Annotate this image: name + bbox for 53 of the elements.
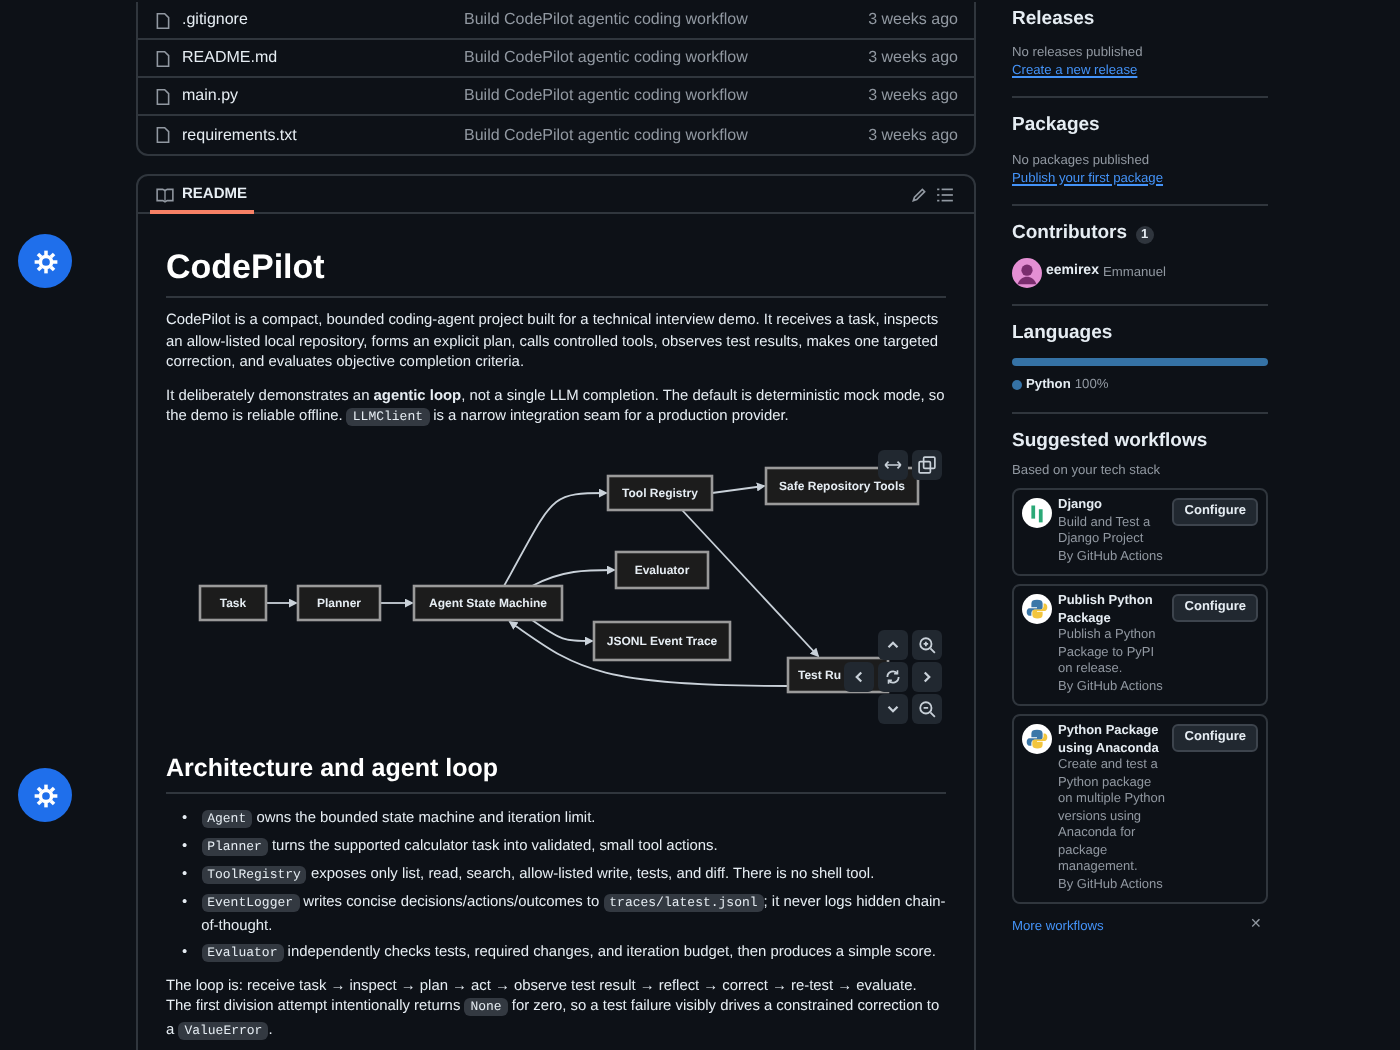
- reset-icon[interactable]: [884, 667, 902, 686]
- file-icon: [154, 11, 172, 29]
- commit-time: 3 weeks ago: [868, 123, 958, 147]
- commit-message[interactable]: Build CodePilot agentic coding workflow: [464, 48, 748, 66]
- connector-arrow: [379, 598, 414, 608]
- commit-time: 3 weeks ago: [868, 8, 958, 32]
- outline-icon[interactable]: [936, 185, 954, 203]
- settings-button[interactable]: [18, 234, 72, 288]
- commit-time: 3 weeks ago: [868, 84, 958, 108]
- pan-right-button[interactable]: [912, 661, 942, 692]
- section-heading: Architecture and agent loop: [166, 753, 946, 794]
- file-link[interactable]: main.py: [182, 84, 239, 108]
- pan-down-button[interactable]: [878, 693, 908, 724]
- readme-heading: CodePilot: [166, 248, 946, 299]
- book-icon: [156, 185, 174, 203]
- commit-time: 3 weeks ago: [868, 46, 958, 70]
- copy-icon[interactable]: [918, 455, 936, 474]
- chevron-left-icon[interactable]: [850, 667, 868, 686]
- connector-arrow: [265, 598, 298, 608]
- zoom-in-button[interactable]: [912, 629, 942, 660]
- settings-icon: [31, 781, 59, 809]
- section-heading: Suggested workflows: [1012, 427, 1210, 456]
- commit-message[interactable]: Build CodePilot agentic coding workflow: [464, 10, 748, 28]
- zoom-out-button[interactable]: [912, 693, 942, 724]
- file-link[interactable]: requirements.txt: [182, 123, 297, 147]
- edit-icon[interactable]: [910, 185, 928, 203]
- expand-icon[interactable]: [884, 455, 902, 474]
- section-heading: Languages: [1012, 319, 1115, 348]
- zoom-out-icon[interactable]: [918, 699, 936, 718]
- file-link[interactable]: README.md: [182, 46, 278, 70]
- pan-left-button[interactable]: [844, 661, 874, 692]
- python-icon: [1022, 724, 1052, 755]
- file-link[interactable]: .gitignore: [182, 8, 248, 32]
- section-heading: Packages: [1012, 112, 1102, 141]
- python-icon: [1022, 594, 1052, 625]
- settings-button[interactable]: [18, 768, 72, 822]
- chevron-right-icon[interactable]: [918, 667, 936, 686]
- copy-button[interactable]: [912, 449, 942, 480]
- commit-message[interactable]: Build CodePilot agentic coding workflow: [464, 125, 748, 143]
- django-icon: [1022, 498, 1052, 529]
- section-heading: Contributors: [1012, 221, 1128, 243]
- reset-button[interactable]: [878, 661, 908, 692]
- zoom-in-icon[interactable]: [918, 635, 936, 654]
- commit-message[interactable]: Build CodePilot agentic coding workflow: [464, 86, 748, 104]
- settings-icon: [31, 247, 59, 275]
- connector-arrow: [711, 482, 766, 494]
- section-heading: Releases: [1012, 6, 1097, 34]
- file-icon: [154, 126, 172, 144]
- pan-up-button[interactable]: [878, 629, 908, 660]
- file-icon: [154, 87, 172, 105]
- expand-button[interactable]: [878, 449, 908, 480]
- file-icon: [154, 49, 172, 67]
- avatar[interactable]: [1012, 257, 1042, 288]
